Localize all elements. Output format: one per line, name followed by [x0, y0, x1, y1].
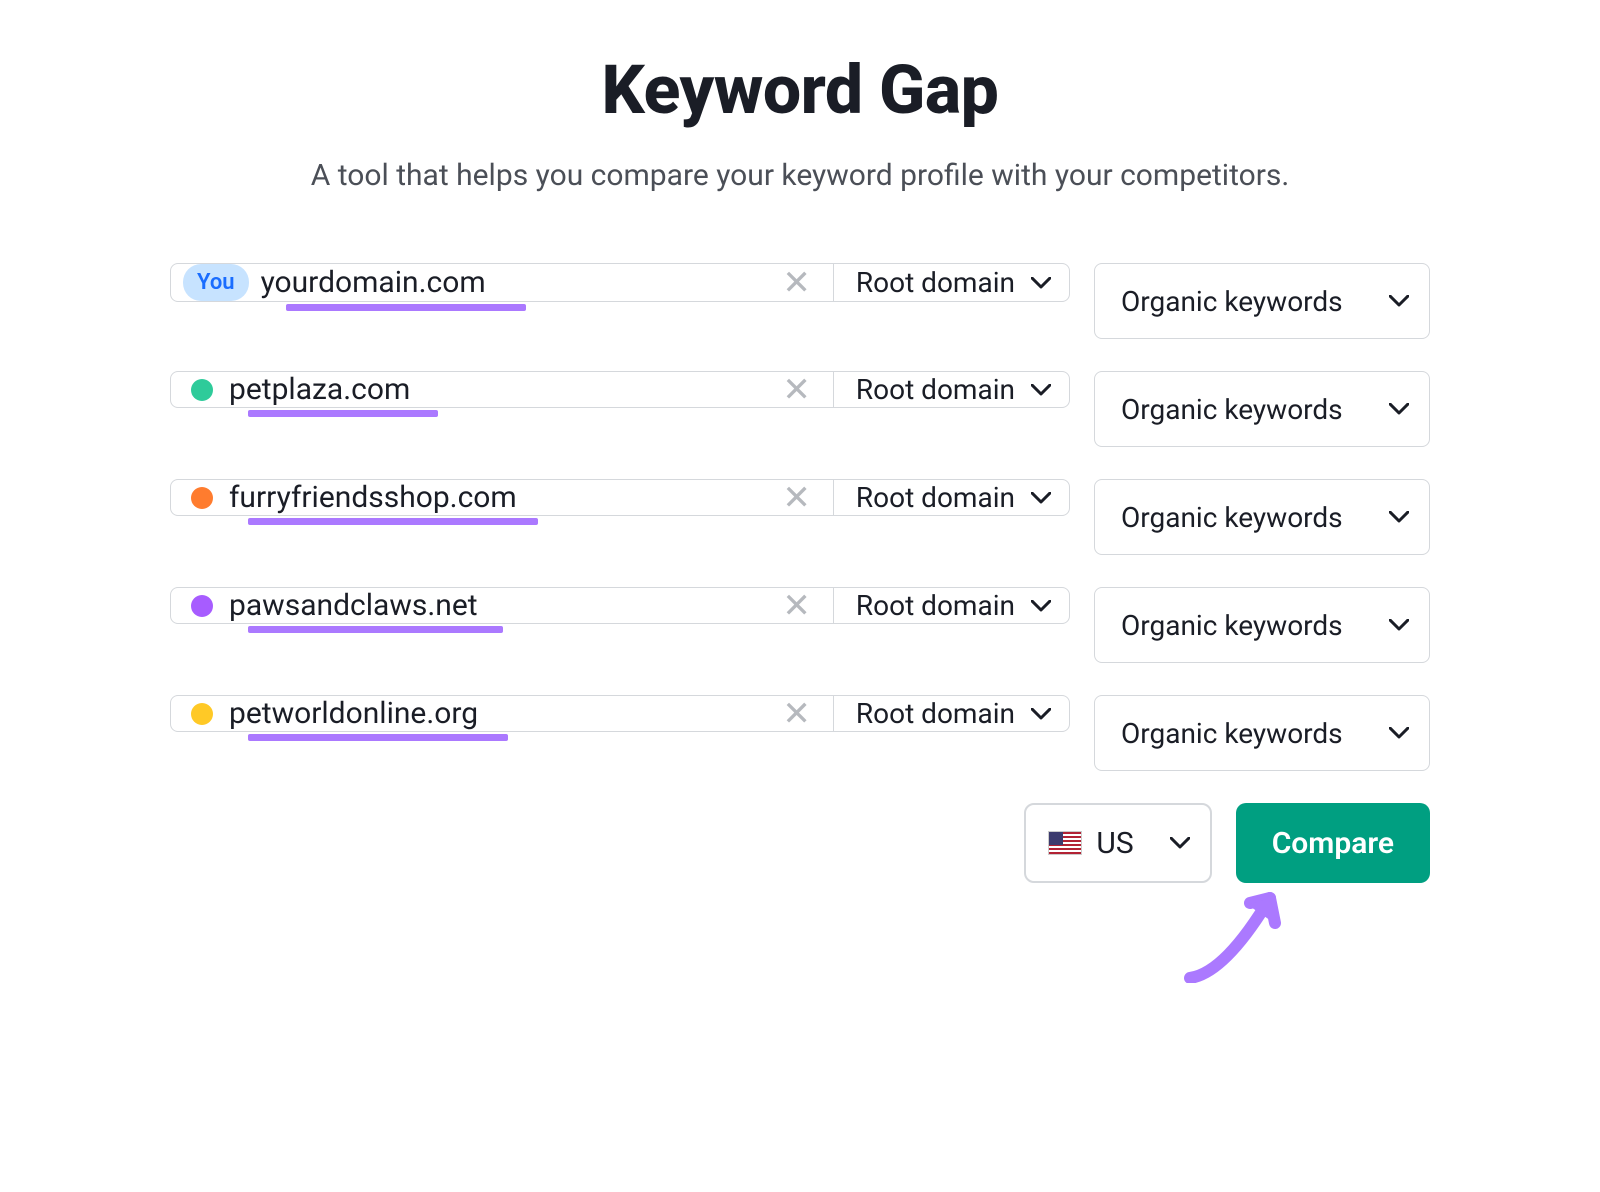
chevron-down-icon [1170, 837, 1190, 849]
domain-input-wrap: ✕ [171, 696, 834, 731]
domain-type-select[interactable]: Root domain [834, 372, 1069, 407]
domain-group: You ✕ Root domain [170, 263, 1070, 302]
chevron-down-icon [1389, 295, 1409, 307]
domain-input[interactable] [229, 480, 774, 515]
us-flag-icon [1048, 831, 1082, 855]
competitor-dot-icon [191, 379, 213, 401]
keyword-type-label: Organic keywords [1121, 717, 1343, 750]
domain-group: ✕ Root domain [170, 587, 1070, 624]
domain-row: You ✕ Root domain Organic keywords [170, 263, 1430, 339]
domain-row: ✕ Root domain Organic keywords [170, 695, 1430, 771]
highlight-underline [248, 410, 438, 417]
highlight-underline [286, 304, 526, 311]
competitor-dot-icon [191, 487, 213, 509]
chevron-down-icon [1389, 727, 1409, 739]
competitor-dot-icon [191, 595, 213, 617]
keyword-type-select[interactable]: Organic keywords [1094, 695, 1430, 771]
keyword-type-label: Organic keywords [1121, 393, 1343, 426]
domain-type-label: Root domain [856, 589, 1015, 622]
country-code: US [1096, 826, 1133, 861]
keyword-type-label: Organic keywords [1121, 609, 1343, 642]
domain-rows: You ✕ Root domain Organic keywords ✕ Root dom… [170, 263, 1430, 771]
clear-icon[interactable]: ✕ [774, 697, 819, 731]
keyword-type-select[interactable]: Organic keywords [1094, 371, 1430, 447]
domain-type-select[interactable]: Root domain [834, 588, 1069, 623]
chevron-down-icon [1389, 619, 1409, 631]
compare-button[interactable]: Compare [1236, 803, 1430, 883]
domain-input-wrap: ✕ [171, 480, 834, 515]
domain-input-wrap: ✕ [171, 588, 834, 623]
clear-icon[interactable]: ✕ [774, 589, 819, 623]
keyword-type-select[interactable]: Organic keywords [1094, 479, 1430, 555]
domain-row: ✕ Root domain Organic keywords [170, 587, 1430, 663]
keyword-type-select[interactable]: Organic keywords [1094, 263, 1430, 339]
domain-group: ✕ Root domain [170, 371, 1070, 408]
domain-type-select[interactable]: Root domain [834, 480, 1069, 515]
highlight-underline [248, 626, 503, 633]
chevron-down-icon [1031, 708, 1051, 720]
clear-icon[interactable]: ✕ [774, 481, 819, 515]
domain-type-label: Root domain [856, 697, 1015, 730]
you-badge: You [183, 264, 249, 301]
domain-type-label: Root domain [856, 373, 1015, 406]
domain-input[interactable] [261, 265, 775, 300]
domain-type-select[interactable]: Root domain [834, 264, 1069, 301]
domain-input-wrap: ✕ [171, 372, 834, 407]
domain-row: ✕ Root domain Organic keywords [170, 479, 1430, 555]
chevron-down-icon [1031, 277, 1051, 289]
highlight-underline [248, 734, 508, 741]
chevron-down-icon [1031, 492, 1051, 504]
domain-type-label: Root domain [856, 481, 1015, 514]
keyword-type-select[interactable]: Organic keywords [1094, 587, 1430, 663]
domain-row: ✕ Root domain Organic keywords [170, 371, 1430, 447]
country-select[interactable]: US [1024, 803, 1211, 883]
domain-group: ✕ Root domain [170, 695, 1070, 732]
competitor-dot-icon [191, 703, 213, 725]
domain-input[interactable] [229, 588, 774, 623]
page-title: Keyword Gap [170, 50, 1430, 130]
chevron-down-icon [1031, 384, 1051, 396]
domain-group: ✕ Root domain [170, 479, 1070, 516]
clear-icon[interactable]: ✕ [774, 266, 819, 300]
chevron-down-icon [1389, 511, 1409, 523]
domain-input[interactable] [229, 372, 774, 407]
chevron-down-icon [1389, 403, 1409, 415]
domain-input[interactable] [229, 696, 774, 731]
chevron-down-icon [1031, 600, 1051, 612]
highlight-underline [248, 518, 538, 525]
domain-type-label: Root domain [856, 266, 1015, 299]
keyword-type-label: Organic keywords [1121, 285, 1343, 318]
domain-type-select[interactable]: Root domain [834, 696, 1069, 731]
domain-input-wrap: You ✕ [171, 264, 834, 301]
clear-icon[interactable]: ✕ [774, 373, 819, 407]
page-subtitle: A tool that helps you compare your keywo… [170, 158, 1430, 193]
keyword-type-label: Organic keywords [1121, 501, 1343, 534]
